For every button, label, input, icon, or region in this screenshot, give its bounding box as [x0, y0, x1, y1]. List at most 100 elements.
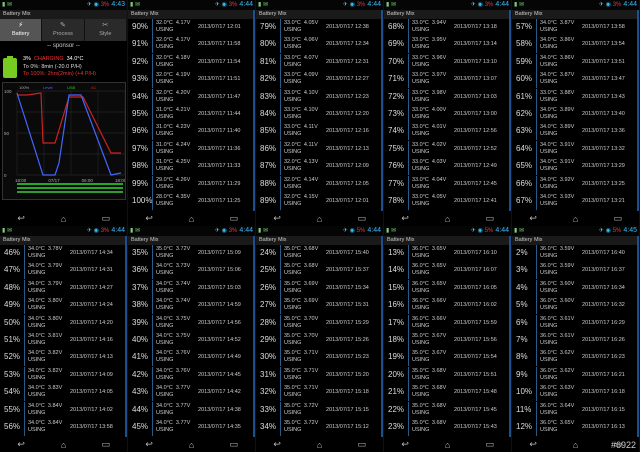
list-item[interactable]: 65% 34.0°C 3.91V USING 2013/07/17 13:29	[512, 158, 639, 176]
list-item[interactable]: 85% 33.0°C 4.11V USING 2013/07/17 12:16	[256, 123, 383, 141]
list-item[interactable]: 80% 33.0°C 4.06V USING 2013/07/17 12:34	[256, 36, 383, 54]
list-item[interactable]: 16% 36.0°C 3.66V USING 2013/07/17 16:02	[384, 297, 511, 315]
list-item[interactable]: 14% 36.0°C 3.65V USING 2013/07/17 16:07	[384, 262, 511, 280]
list-item[interactable]: 56% 34.0°C 3.84V USING 2013/07/17 13:58	[0, 419, 127, 436]
tab-battery[interactable]: ⚡ Battery	[0, 19, 43, 41]
list-item[interactable]: 49% 34.0°C 3.80V USING 2013/07/17 14:24	[0, 297, 127, 315]
list-item[interactable]: 73% 33.0°C 4.00V USING 2013/07/17 13:00	[384, 106, 511, 123]
list-item[interactable]: 78% 33.0°C 4.05V USING 2013/07/17 12:41	[384, 193, 511, 210]
list-item[interactable]: 94% 32.0°C 4.20V USING 2013/07/17 11:47	[128, 88, 255, 106]
list-item[interactable]: 17% 36.0°C 3.66V USING 2013/07/17 15:59	[384, 314, 511, 332]
recents-icon[interactable]: ▭	[480, 213, 500, 224]
list-item[interactable]: 60% 34.0°C 3.87V USING 2013/07/17 13:47	[512, 71, 639, 89]
list-item[interactable]: 53% 34.0°C 3.82V USING 2013/07/17 14:09	[0, 366, 127, 384]
recents-icon[interactable]: ▭	[96, 213, 116, 224]
list-item[interactable]: 52% 34.0°C 3.82V USING 2013/07/17 14:13	[0, 349, 127, 367]
list-item[interactable]: 91% 32.0°C 4.17V USING 2013/07/17 11:58	[128, 36, 255, 54]
list-item[interactable]: 28% 35.0°C 3.70V USING 2013/07/17 15:29	[256, 314, 383, 332]
list-item[interactable]: 33% 35.0°C 3.72V USING 2013/07/17 15:15	[256, 401, 383, 419]
list-item[interactable]: 6% 36.0°C 3.61V USING 2013/07/17 16:29	[512, 314, 639, 332]
list-item[interactable]: 50% 34.0°C 3.80V USING 2013/07/17 14:20	[0, 314, 127, 332]
list-item[interactable]: 9% 36.0°C 3.62V USING 2013/07/17 16:21	[512, 366, 639, 384]
list-item[interactable]: 13% 36.0°C 3.65V USING 2013/07/17 16:10	[384, 245, 511, 262]
list-item[interactable]: 58% 34.0°C 3.86V USING 2013/07/17 13:54	[512, 36, 639, 54]
list-item[interactable]: 87% 32.0°C 4.13V USING 2013/07/17 12:09	[256, 158, 383, 176]
list-item[interactable]: 34% 35.0°C 3.72V USING 2013/07/17 15:12	[256, 419, 383, 436]
list-item[interactable]: 69% 33.0°C 3.95V USING 2013/07/17 13:14	[384, 36, 511, 54]
list-item[interactable]: 72% 33.0°C 3.98V USING 2013/07/17 13:03	[384, 88, 511, 106]
home-icon[interactable]: ⌂	[437, 214, 457, 224]
home-icon[interactable]: ⌂	[309, 214, 329, 224]
list-item[interactable]: 30% 35.0°C 3.71V USING 2013/07/17 15:23	[256, 349, 383, 367]
home-icon[interactable]: ⌂	[181, 214, 201, 224]
recents-icon[interactable]: ▭	[96, 439, 116, 450]
list-item[interactable]: 75% 33.0°C 4.02V USING 2013/07/17 12:52	[384, 140, 511, 158]
list-item[interactable]: 62% 34.0°C 3.89V USING 2013/07/17 13:40	[512, 106, 639, 123]
list-item[interactable]: 45% 34.0°C 3.77V USING 2013/07/17 14:35	[128, 419, 255, 436]
list-item[interactable]: 22% 35.0°C 3.68V USING 2013/07/17 15:45	[384, 401, 511, 419]
list-item[interactable]: 27% 35.0°C 3.69V USING 2013/07/17 15:31	[256, 297, 383, 315]
back-icon[interactable]: ↩	[395, 213, 415, 224]
list-item[interactable]: 64% 34.0°C 3.91V USING 2013/07/17 13:32	[512, 140, 639, 158]
list-item[interactable]: 38% 34.0°C 3.74V USING 2013/07/17 14:59	[128, 297, 255, 315]
list-item[interactable]: 86% 32.0°C 4.11V USING 2013/07/17 12:13	[256, 140, 383, 158]
list-item[interactable]: 40% 34.0°C 3.75V USING 2013/07/17 14:52	[128, 332, 255, 349]
recents-icon[interactable]: ▭	[352, 213, 372, 224]
list-item[interactable]: 61% 33.0°C 3.88V USING 2013/07/17 13:43	[512, 88, 639, 106]
list-item[interactable]: 47% 34.0°C 3.79V USING 2013/07/17 14:31	[0, 262, 127, 280]
list-item[interactable]: 42% 34.0°C 3.76V USING 2013/07/17 14:45	[128, 366, 255, 384]
list-item[interactable]: 95% 31.0°C 4.21V USING 2013/07/17 11:44	[128, 106, 255, 123]
history-list[interactable]: 90% 32.0°C 4.17V USING 2013/07/17 12:01 91% 32…	[128, 19, 255, 211]
tab-process[interactable]: ✎ Process	[42, 19, 85, 41]
list-item[interactable]: 46% 34.0°C 3.78V USING 2013/07/17 14:34	[0, 245, 127, 262]
list-item[interactable]: 15% 36.0°C 3.65V USING 2013/07/17 16:05	[384, 279, 511, 297]
list-item[interactable]: 83% 33.0°C 4.10V USING 2013/07/17 12:23	[256, 88, 383, 106]
history-list[interactable]: 46% 34.0°C 3.78V USING 2013/07/17 14:34 47% 34…	[0, 245, 127, 437]
list-item[interactable]: 98% 31.0°C 4.25V USING 2013/07/17 11:33	[128, 158, 255, 176]
list-item[interactable]: 68% 33.0°C 3.94V USING 2013/07/17 13:18	[384, 19, 511, 36]
list-item[interactable]: 54% 34.0°C 3.83V USING 2013/07/17 14:05	[0, 384, 127, 402]
list-item[interactable]: 96% 31.0°C 4.23V USING 2013/07/17 11:40	[128, 123, 255, 141]
home-icon[interactable]: ⌂	[437, 440, 457, 450]
list-item[interactable]: 5% 36.0°C 3.60V USING 2013/07/17 16:32	[512, 297, 639, 315]
history-list[interactable]: 13% 36.0°C 3.65V USING 2013/07/17 16:10 14% 36…	[384, 245, 511, 437]
home-icon[interactable]: ⌂	[181, 440, 201, 450]
history-list[interactable]: 24% 35.0°C 3.68V USING 2013/07/17 15:40 25% 35…	[256, 245, 383, 437]
list-item[interactable]: 92% 32.0°C 4.18V USING 2013/07/17 11:54	[128, 53, 255, 71]
list-item[interactable]: 93% 32.0°C 4.19V USING 2013/07/17 11:51	[128, 71, 255, 89]
recents-icon[interactable]: ▭	[608, 213, 628, 224]
back-icon[interactable]: ↩	[11, 213, 31, 224]
list-item[interactable]: 48% 34.0°C 3.79V USING 2013/07/17 14:27	[0, 279, 127, 297]
history-list[interactable]: 79% 33.0°C 4.05V USING 2013/07/17 12:38 80% 33…	[256, 19, 383, 211]
back-icon[interactable]: ↩	[523, 213, 543, 224]
back-icon[interactable]: ↩	[523, 439, 543, 450]
recents-icon[interactable]: ▭	[352, 439, 372, 450]
history-list[interactable]: 57% 34.0°C 3.87V USING 2013/07/17 13:58 58% 34…	[512, 19, 639, 211]
list-item[interactable]: 39% 34.0°C 3.75V USING 2013/07/17 14:56	[128, 314, 255, 332]
home-icon[interactable]: ⌂	[565, 440, 585, 450]
list-item[interactable]: 81% 33.0°C 4.07V USING 2013/07/17 12:31	[256, 53, 383, 71]
history-list[interactable]: 35% 35.0°C 3.72V USING 2013/07/17 15:09 36% 34…	[128, 245, 255, 437]
list-item[interactable]: 84% 33.0°C 4.10V USING 2013/07/17 12:20	[256, 106, 383, 123]
home-icon[interactable]: ⌂	[309, 440, 329, 450]
list-item[interactable]: 63% 34.0°C 3.89V USING 2013/07/17 13:36	[512, 123, 639, 141]
list-item[interactable]: 18% 35.0°C 3.67V USING 2013/07/17 15:56	[384, 332, 511, 349]
list-item[interactable]: 23% 35.0°C 3.68V USING 2013/07/17 15:43	[384, 419, 511, 436]
list-item[interactable]: 26% 35.0°C 3.69V USING 2013/07/17 15:34	[256, 279, 383, 297]
list-item[interactable]: 29% 35.0°C 3.70V USING 2013/07/17 15:26	[256, 332, 383, 349]
list-item[interactable]: 82% 33.0°C 4.09V USING 2013/07/17 12:27	[256, 71, 383, 89]
home-icon[interactable]: ⌂	[565, 214, 585, 224]
tab-style[interactable]: ✂ Style	[85, 19, 127, 41]
list-item[interactable]: 89% 32.0°C 4.15V USING 2013/07/17 12:01	[256, 193, 383, 210]
list-item[interactable]: 43% 34.0°C 3.77V USING 2013/07/17 14:42	[128, 384, 255, 402]
list-item[interactable]: 20% 35.0°C 3.68V USING 2013/07/17 15:51	[384, 366, 511, 384]
list-item[interactable]: 2% 36.0°C 3.59V USING 2013/07/17 16:40	[512, 245, 639, 262]
recents-icon[interactable]: ▭	[224, 439, 244, 450]
list-item[interactable]: 88% 32.0°C 4.14V USING 2013/07/17 12:05	[256, 175, 383, 193]
recents-icon[interactable]: ▭	[224, 213, 244, 224]
back-icon[interactable]: ↩	[139, 213, 159, 224]
list-item[interactable]: 37% 34.0°C 3.74V USING 2013/07/17 15:03	[128, 279, 255, 297]
list-item[interactable]: 76% 33.0°C 4.03V USING 2013/07/17 12:49	[384, 158, 511, 176]
list-item[interactable]: 25% 35.0°C 3.68V USING 2013/07/17 15:37	[256, 262, 383, 280]
list-item[interactable]: 67% 34.0°C 3.93V USING 2013/07/17 13:21	[512, 193, 639, 210]
